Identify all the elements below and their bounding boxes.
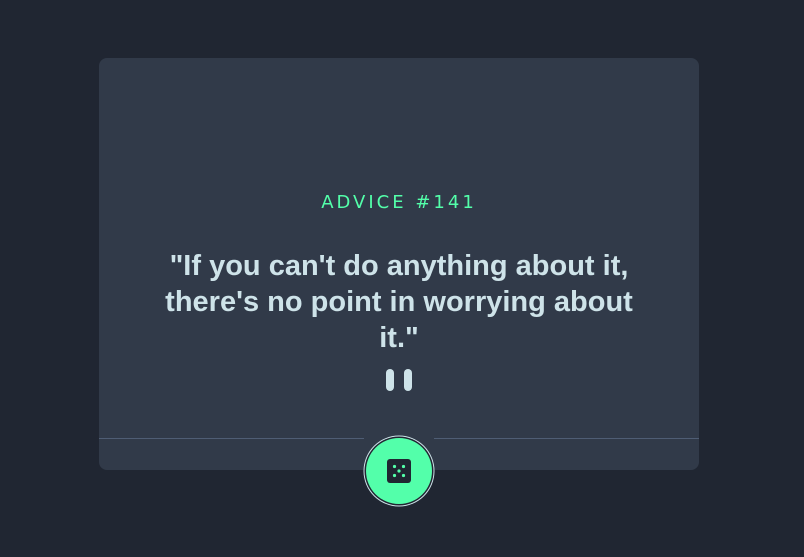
pause-bar-right [404,369,412,391]
advice-quote: "If you can't do anything about it, ther… [165,250,633,354]
new-advice-button[interactable] [366,438,432,504]
dice-icon [387,459,411,483]
pause-bar-left [386,369,394,391]
page: ADVICE #141 "If you can't do anything ab… [0,0,804,557]
pause-icon [386,369,414,391]
divider-line-left [99,438,364,439]
divider-line-right [434,438,699,439]
advice-card: ADVICE #141 "If you can't do anything ab… [99,58,699,470]
advice-id: ADVICE #141 [321,192,477,213]
